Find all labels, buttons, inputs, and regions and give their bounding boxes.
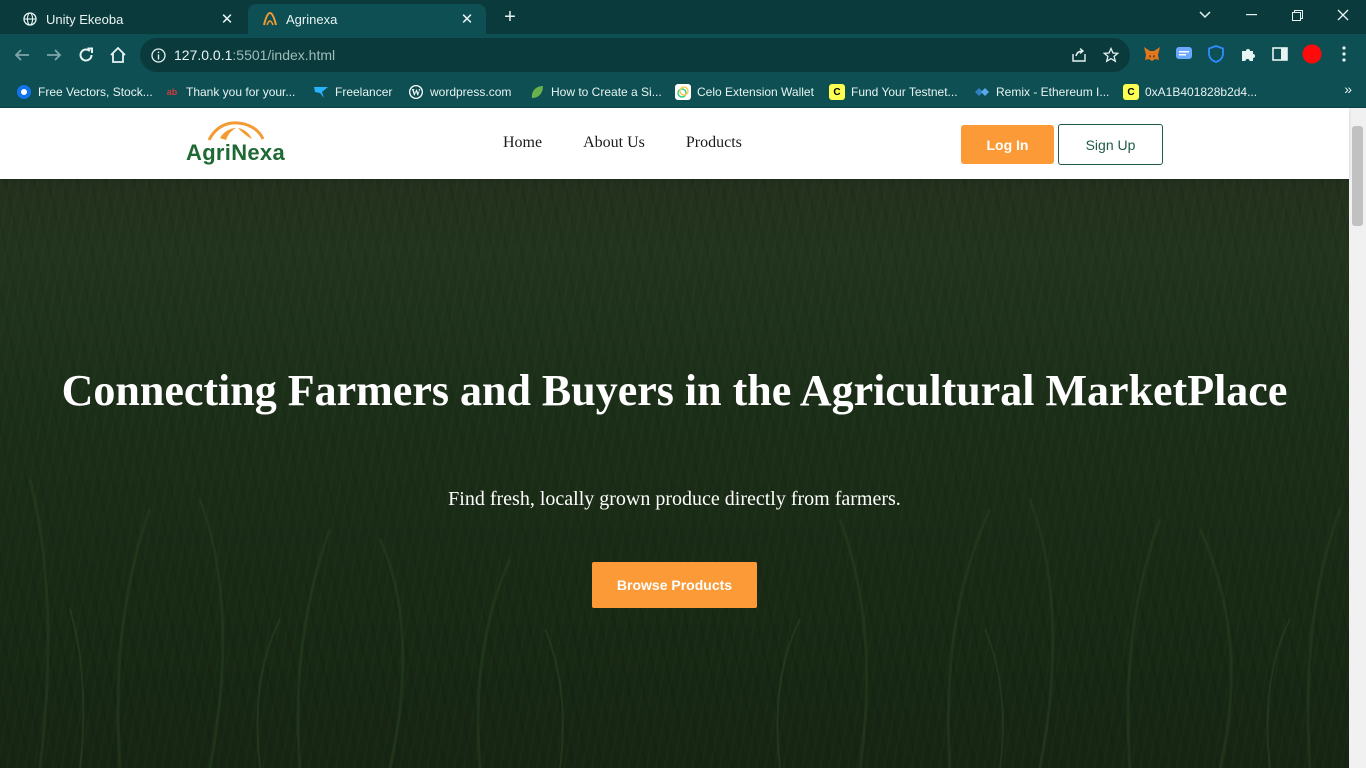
restore-button[interactable] — [1274, 0, 1320, 30]
login-button[interactable]: Log In — [961, 125, 1054, 164]
bookmark-label: Thank you for your... — [186, 85, 296, 99]
hero-overlay — [0, 179, 1349, 768]
bookmark-item[interactable]: C Fund Your Testnet... — [829, 82, 958, 102]
bookmarks-bar: Free Vectors, Stock... ab Thank you for … — [0, 76, 1366, 108]
bookmark-item[interactable]: W wordpress.com — [408, 82, 511, 102]
main-nav: Home About Us Products — [503, 134, 783, 152]
bookmark-item[interactable]: How to Create a Si... — [529, 82, 662, 102]
signup-button[interactable]: Sign Up — [1058, 124, 1163, 165]
scrollbar-thumb[interactable] — [1352, 126, 1363, 226]
logo-text: AgriNexa — [186, 140, 285, 165]
address-bar[interactable]: 127.0.0.1:5501/index.html — [140, 38, 1130, 72]
page-viewport: AgriNexa Home About Us Products Log In S… — [0, 108, 1366, 768]
bookmark-item[interactable]: ab Thank you for your... — [164, 82, 296, 102]
bookmark-item[interactable]: Free Vectors, Stock... — [16, 82, 153, 102]
bookmark-label: wordpress.com — [430, 85, 512, 99]
chat-extension-icon[interactable] — [1174, 44, 1194, 64]
bookmark-label: 0xA1B401828b2d4... — [1145, 85, 1258, 99]
leaf-icon — [529, 84, 545, 100]
nav-home-link[interactable]: Home — [503, 134, 542, 152]
hero-section: Connecting Farmers and Buyers in the Agr… — [0, 179, 1349, 768]
bookmark-item[interactable]: Remix - Ethereum I... — [974, 82, 1109, 102]
tab-title: Agrinexa — [286, 11, 338, 27]
hero-headline: Connecting Farmers and Buyers in the Agr… — [61, 366, 1288, 415]
tab-close-icon[interactable]: ✕ — [218, 10, 236, 28]
site-header: AgriNexa Home About Us Products Log In S… — [0, 108, 1349, 179]
svg-text:W: W — [412, 88, 421, 98]
bookmark-item[interactable]: Celo Extension Wallet — [675, 82, 814, 102]
bookmark-label: Free Vectors, Stock... — [38, 85, 153, 99]
bookmark-label: Fund Your Testnet... — [851, 85, 958, 99]
bookmark-label: How to Create a Si... — [551, 85, 662, 99]
metamask-icon[interactable] — [1142, 44, 1162, 64]
minimize-button[interactable] — [1228, 0, 1274, 30]
url-host: 127.0.0.1 — [174, 47, 233, 63]
share-icon[interactable] — [1070, 46, 1088, 64]
browser-toolbar: 127.0.0.1:5501/index.html — [0, 34, 1366, 76]
bookmark-label: Freelancer — [335, 85, 393, 99]
close-window-button[interactable] — [1320, 0, 1366, 30]
url-text: 127.0.0.1:5501/index.html — [174, 47, 335, 63]
nav-products-link[interactable]: Products — [686, 134, 742, 152]
freepik-icon — [16, 84, 32, 100]
celo-icon — [675, 84, 691, 100]
tab-strip: Unity Ekeoba ✕ Agrinexa ✕ + — [0, 0, 1366, 34]
bookmark-star-icon[interactable] — [1102, 46, 1120, 64]
profile-avatar-icon[interactable] — [1302, 44, 1322, 64]
bookmark-label: Celo Extension Wallet — [697, 85, 814, 99]
nav-about-link[interactable]: About Us — [583, 134, 645, 152]
bookmark-item[interactable]: Freelancer — [313, 82, 392, 102]
browse-products-button[interactable]: Browse Products — [592, 562, 757, 608]
agrinexa-favicon-icon — [262, 11, 278, 27]
freelancer-icon — [313, 84, 329, 100]
c-icon: C — [829, 84, 845, 100]
page-scrollbar[interactable] — [1349, 108, 1366, 768]
c-icon: C — [1123, 84, 1139, 100]
home-button[interactable] — [106, 43, 130, 67]
url-path: :5501/index.html — [232, 47, 336, 63]
back-button[interactable] — [10, 43, 34, 67]
bookmark-item[interactable]: C 0xA1B401828b2d4... — [1123, 82, 1257, 102]
new-tab-button[interactable]: + — [499, 6, 521, 28]
site-logo[interactable]: AgriNexa — [186, 120, 286, 165]
extensions-puzzle-icon[interactable] — [1238, 44, 1258, 64]
forward-button[interactable] — [42, 43, 66, 67]
bookmark-label: Remix - Ethereum I... — [996, 85, 1110, 99]
wordpress-icon: W — [408, 84, 424, 100]
side-panel-icon[interactable] — [1270, 44, 1290, 64]
shield-icon[interactable] — [1206, 44, 1226, 64]
hero-subtitle: Find fresh, locally grown produce direct… — [448, 488, 901, 510]
menu-kebab-icon[interactable] — [1334, 44, 1354, 64]
logo-leaf-icon — [207, 121, 265, 141]
tab-agrinexa[interactable]: Agrinexa ✕ — [248, 4, 486, 34]
tab-search-icon[interactable] — [1182, 0, 1228, 30]
ab-icon: ab — [166, 87, 178, 97]
tab-title: Unity Ekeoba — [46, 11, 124, 27]
tab-unity-ekeoba[interactable]: Unity Ekeoba ✕ — [8, 4, 246, 34]
site-info-icon[interactable] — [150, 47, 166, 63]
bookmarks-overflow-icon[interactable]: » — [1344, 81, 1352, 97]
globe-icon — [22, 11, 38, 27]
reload-button[interactable] — [74, 43, 98, 67]
tab-close-icon[interactable]: ✕ — [458, 10, 476, 28]
remix-icon — [974, 84, 990, 100]
